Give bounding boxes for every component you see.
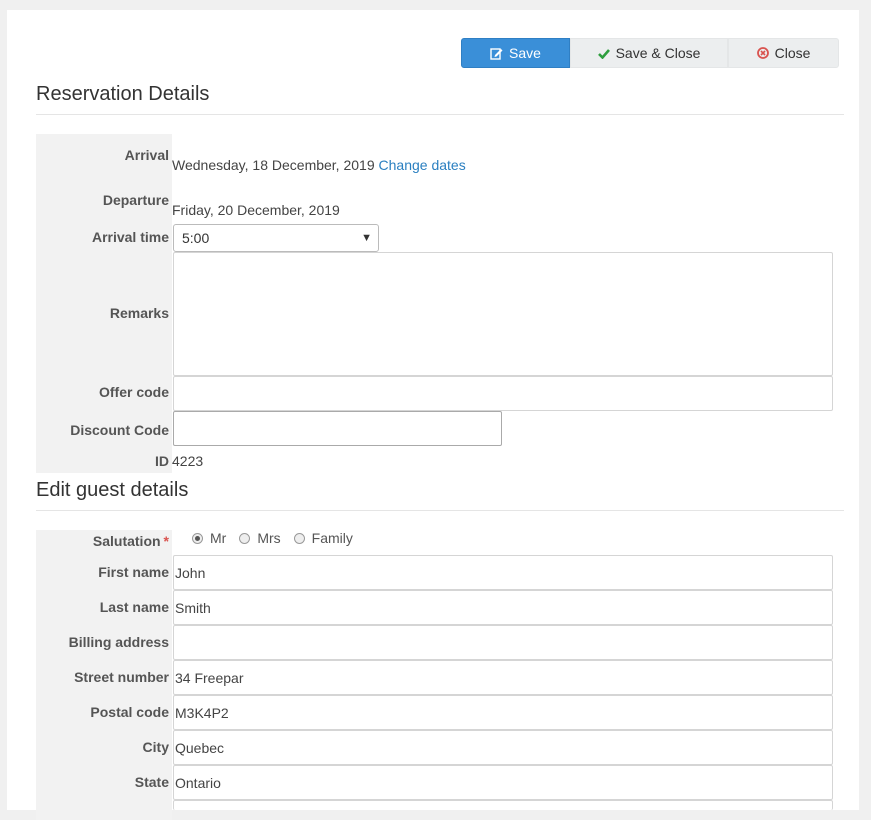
postal-code-input[interactable]: M3K4P2 — [173, 695, 833, 730]
arrival-time-value: 5:00 — [182, 230, 210, 246]
salutation-option-label: Mrs — [257, 530, 281, 546]
salutation-option-family[interactable]: Family — [293, 530, 353, 546]
salutation-option-mrs[interactable]: Mrs — [239, 530, 281, 546]
arrival-date: Wednesday, 18 December, 2019 — [172, 157, 375, 173]
close-button[interactable]: Close — [728, 38, 839, 68]
arrival-label: Arrival — [124, 147, 169, 163]
divider — [36, 510, 844, 511]
postal-code-label: Postal code — [90, 704, 169, 720]
required-marker: * — [163, 533, 169, 549]
first-name-input[interactable]: John — [173, 555, 833, 590]
save-label: Save — [509, 45, 541, 61]
next-field-input[interactable] — [173, 800, 833, 810]
remarks-textarea[interactable] — [173, 252, 833, 376]
save-close-label: Save & Close — [615, 45, 701, 61]
offer-code-label: Offer code — [98, 384, 169, 400]
billing-address-input[interactable] — [173, 625, 833, 660]
reservation-details-title: Reservation Details — [36, 83, 210, 105]
guest-details-title: Edit guest details — [36, 479, 189, 501]
street-number-input[interactable]: 34 Freepar — [173, 660, 833, 695]
city-input[interactable]: Quebec — [173, 730, 833, 765]
departure-label: Departure — [102, 192, 169, 208]
form-panel: Save Save & Close Close Reservation Deta… — [7, 10, 859, 820]
state-input[interactable]: Ontario — [173, 765, 833, 800]
salutation-label: Salutation * — [36, 533, 169, 549]
close-label: Close — [774, 45, 811, 61]
billing-address-label: Billing address — [68, 634, 169, 650]
radio-icon[interactable] — [293, 532, 305, 544]
remarks-label: Remarks — [109, 305, 169, 321]
departure-value: Friday, 20 December, 2019 — [172, 202, 340, 218]
street-number-label: Street number — [74, 669, 169, 685]
save-close-button[interactable]: Save & Close — [570, 38, 728, 68]
edit-icon — [490, 47, 503, 60]
save-button[interactable]: Save — [461, 38, 570, 68]
salutation-label-text: Salutation — [92, 533, 161, 549]
radio-selected-icon[interactable] — [192, 532, 203, 544]
caret-down-icon: ▼ — [361, 232, 372, 244]
id-value: 4223 — [172, 453, 204, 469]
discount-code-input[interactable] — [173, 411, 502, 446]
first-name-label: First name — [98, 564, 169, 580]
last-name-label: Last name — [99, 599, 169, 615]
divider — [36, 114, 844, 115]
city-label: City — [142, 739, 169, 755]
salutation-option-mr[interactable]: Mr — [192, 530, 226, 546]
arrival-time-label: Arrival time — [91, 229, 169, 245]
discount-code-label: Discount Code — [70, 422, 169, 438]
id-label: ID — [155, 453, 169, 469]
arrival-value: Wednesday, 18 December, 2019 Change date… — [172, 157, 466, 173]
close-circle-icon — [756, 47, 769, 59]
state-label: State — [134, 774, 169, 790]
check-icon — [597, 48, 610, 59]
salutation-radio-group: Mr Mrs Family — [192, 530, 366, 546]
offer-code-input[interactable] — [173, 376, 833, 411]
salutation-option-label: Mr — [210, 530, 227, 546]
change-dates-link[interactable]: Change dates — [379, 157, 466, 173]
arrival-time-select[interactable]: 5:00 ▼ — [173, 224, 379, 252]
radio-icon[interactable] — [239, 532, 251, 544]
toolbar: Save Save & Close Close — [461, 38, 839, 68]
salutation-option-label: Family — [311, 530, 353, 546]
last-name-input[interactable]: Smith — [173, 590, 833, 625]
